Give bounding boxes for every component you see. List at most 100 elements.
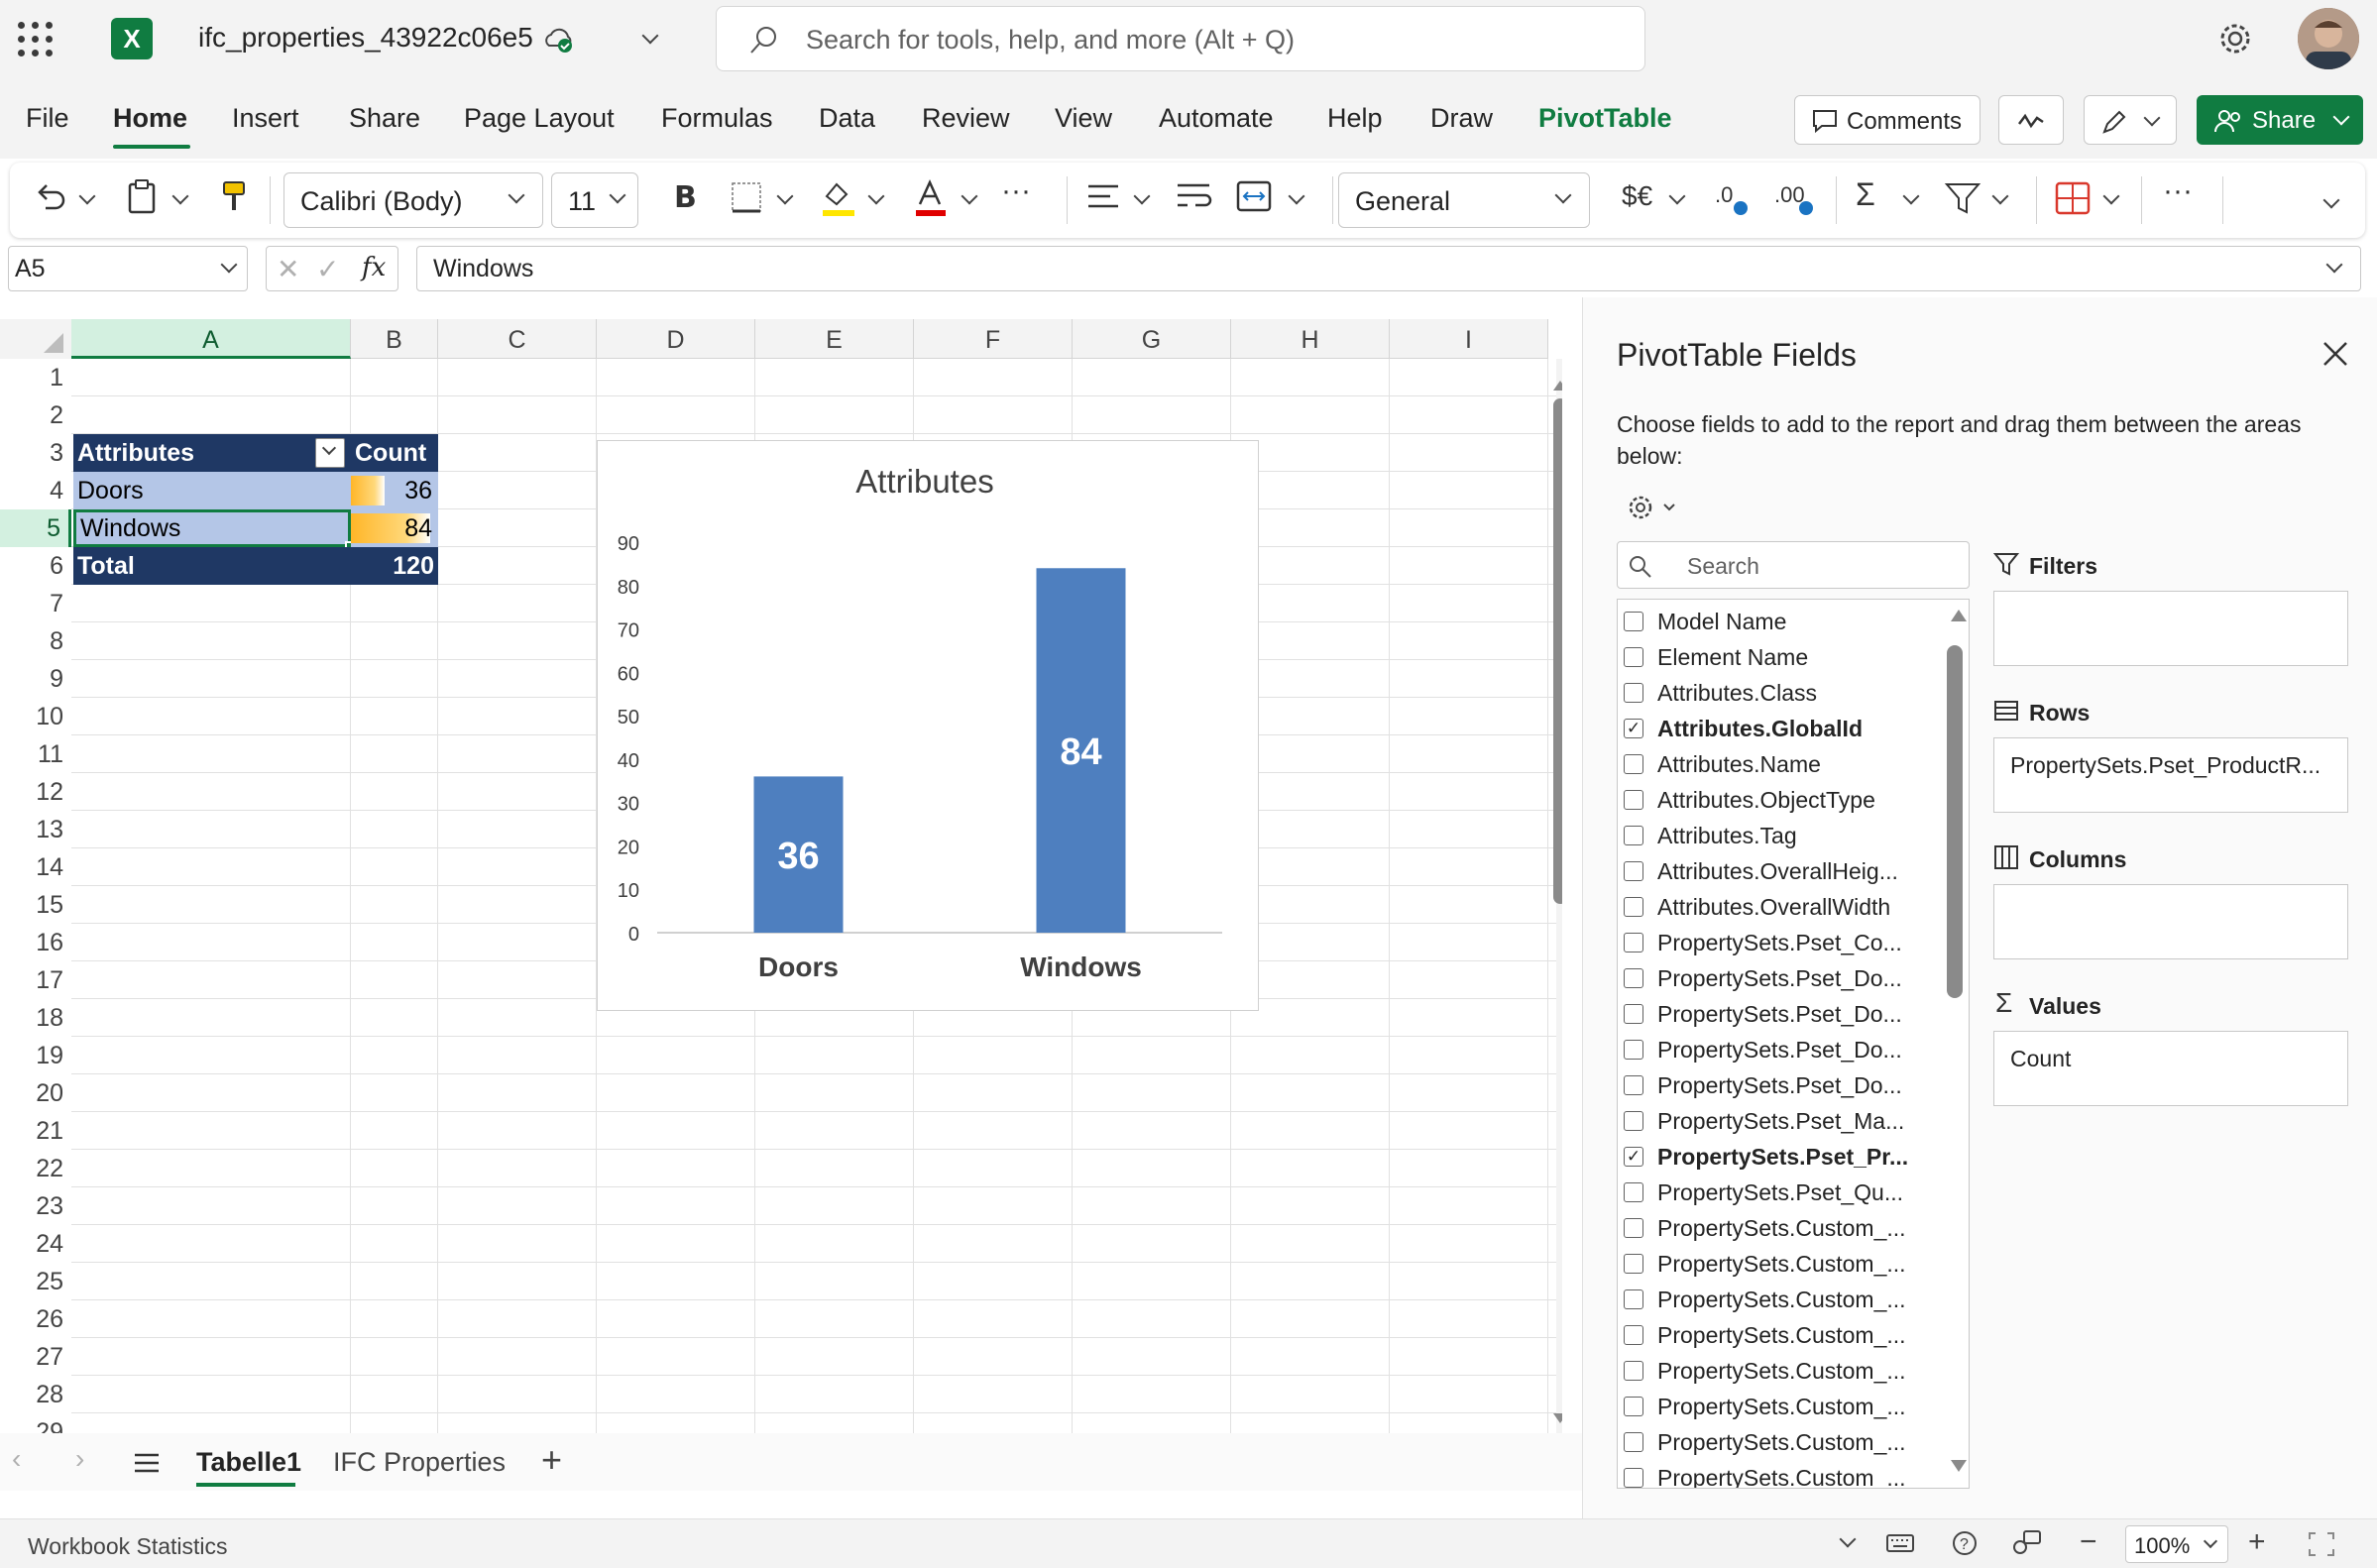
row-header-1[interactable]: 1 — [0, 359, 71, 396]
checkbox-icon[interactable] — [1624, 826, 1643, 845]
select-all-corner[interactable] — [0, 319, 71, 359]
field-item[interactable]: PropertySets.Pset_Ma... — [1624, 1103, 1951, 1139]
selected-cell-a5[interactable]: Windows — [73, 509, 351, 547]
field-item[interactable]: Model Name — [1624, 604, 1951, 639]
tab-home[interactable]: Home — [113, 103, 187, 134]
clipboard-paste-icon[interactable] — [125, 178, 159, 216]
field-item[interactable]: PropertySets.Custom_... — [1624, 1389, 1951, 1424]
sort-filter-icon[interactable] — [1943, 178, 1982, 218]
field-item[interactable]: Attributes.Name — [1624, 746, 1951, 782]
vertical-scroll-thumb[interactable] — [1553, 398, 1562, 904]
field-item[interactable]: Attributes.OverallHeig... — [1624, 853, 1951, 889]
fill-color-icon[interactable] — [821, 178, 856, 216]
row-header-28[interactable]: 28 — [0, 1376, 71, 1413]
format-painter-icon[interactable] — [220, 178, 250, 216]
row-header-7[interactable]: 7 — [0, 585, 71, 622]
field-settings-gear-icon[interactable] — [1627, 492, 1684, 523]
checkbox-icon[interactable] — [1624, 754, 1643, 774]
add-sheet-icon[interactable]: + — [541, 1439, 562, 1481]
pivot-row-value[interactable]: 84 — [351, 509, 438, 547]
checkbox-icon[interactable] — [1624, 1182, 1643, 1202]
row-header-15[interactable]: 15 — [0, 886, 71, 924]
workbook-statistics-button[interactable]: Workbook Statistics — [28, 1533, 228, 1560]
zoom-dropdown[interactable]: 100% — [2125, 1525, 2228, 1563]
comments-button[interactable]: Comments — [1794, 95, 1981, 145]
row-header-27[interactable]: 27 — [0, 1338, 71, 1376]
filters-drop-zone[interactable] — [1993, 591, 2348, 666]
row-header-8[interactable]: 8 — [0, 622, 71, 660]
tab-help[interactable]: Help — [1327, 103, 1383, 134]
field-item[interactable]: PropertySets.Custom_... — [1624, 1460, 1951, 1488]
conditional-format-chevron-down-icon[interactable] — [2102, 187, 2120, 205]
tab-share[interactable]: Share — [349, 103, 420, 134]
row-header-19[interactable]: 19 — [0, 1037, 71, 1074]
merge-chevron-down-icon[interactable] — [1288, 187, 1305, 205]
field-item[interactable]: PropertySets.Pset_Co... — [1624, 925, 1951, 960]
checkbox-checked-icon[interactable]: ✓ — [1624, 1147, 1643, 1167]
rows-drop-zone[interactable]: PropertySets.Pset_ProductR... — [1993, 737, 2348, 813]
pivot-row-label[interactable]: Doors — [73, 472, 351, 509]
rows-value[interactable]: PropertySets.Pset_ProductR... — [2010, 752, 2320, 779]
name-box[interactable]: A5 — [8, 246, 248, 291]
checkbox-icon[interactable] — [1624, 897, 1643, 917]
row-header-29[interactable]: 29 — [0, 1413, 71, 1433]
font-color-chevron-down-icon[interactable] — [961, 187, 978, 205]
column-header-f[interactable]: F — [914, 319, 1073, 359]
field-item[interactable]: Attributes.Tag — [1624, 818, 1951, 853]
user-avatar[interactable] — [2298, 8, 2359, 69]
column-header-c[interactable]: C — [438, 319, 597, 359]
row-header-10[interactable]: 10 — [0, 698, 71, 735]
pivot-header-label[interactable]: Attributes — [73, 434, 351, 472]
tab-review[interactable]: Review — [922, 103, 1010, 134]
column-header-b[interactable]: B — [351, 319, 438, 359]
checkbox-icon[interactable] — [1624, 1254, 1643, 1274]
checkbox-icon[interactable] — [1624, 647, 1643, 667]
increase-decimal-icon[interactable]: .00 — [1772, 178, 1816, 218]
checkbox-icon[interactable] — [1624, 683, 1643, 703]
column-header-a[interactable]: A — [71, 319, 351, 359]
checkbox-icon[interactable] — [1624, 1289, 1643, 1309]
field-item[interactable]: PropertySets.Custom_... — [1624, 1282, 1951, 1317]
scroll-up-icon[interactable] — [1553, 381, 1562, 391]
field-item[interactable]: PropertySets.Custom_... — [1624, 1210, 1951, 1246]
paste-chevron-down-icon[interactable] — [171, 187, 189, 205]
row-header-22[interactable]: 22 — [0, 1150, 71, 1187]
row-header-21[interactable]: 21 — [0, 1112, 71, 1150]
tab-automate[interactable]: Automate — [1159, 103, 1274, 134]
tab-insert[interactable]: Insert — [232, 103, 299, 134]
chart-title[interactable]: Attributes — [855, 463, 993, 500]
checkbox-icon[interactable] — [1624, 1325, 1643, 1345]
row-header-17[interactable]: 17 — [0, 961, 71, 999]
autosum-chevron-down-icon[interactable] — [1902, 187, 1920, 205]
wrap-text-icon[interactable] — [1176, 180, 1213, 214]
bar-chart[interactable]: Attributes 0 10 20 30 40 50 60 70 80 90 36 Doors 84 W… — [597, 440, 1259, 1011]
font-color-icon[interactable] — [912, 178, 948, 216]
field-scroll-up-icon[interactable] — [1951, 610, 1967, 621]
autosum-icon[interactable]: Σ — [1856, 176, 1875, 213]
field-item[interactable]: Attributes.OverallWidth — [1624, 889, 1951, 925]
checkbox-icon[interactable] — [1624, 1004, 1643, 1024]
font-size-dropdown[interactable]: 11 — [551, 172, 638, 228]
row-header-16[interactable]: 16 — [0, 924, 71, 961]
field-scroll-down-icon[interactable] — [1951, 1460, 1967, 1472]
editing-mode-button[interactable] — [2084, 95, 2177, 145]
currency-chevron-down-icon[interactable] — [1668, 187, 1686, 205]
checkbox-icon[interactable] — [1624, 1040, 1643, 1060]
close-icon[interactable] — [2320, 339, 2350, 369]
checkbox-icon[interactable] — [1624, 1468, 1643, 1488]
title-chevron-down-icon[interactable] — [641, 27, 659, 45]
cancel-entry-icon[interactable]: ✕ — [277, 253, 299, 285]
row-header-5[interactable]: 5 — [0, 509, 71, 547]
pivot-filter-dropdown[interactable] — [315, 438, 345, 468]
field-item[interactable]: ✓ PropertySets.Pset_Pr... — [1624, 1139, 1951, 1175]
checkbox-icon[interactable] — [1624, 861, 1643, 881]
tab-formulas[interactable]: Formulas — [661, 103, 773, 134]
column-header-d[interactable]: D — [597, 319, 755, 359]
field-list[interactable]: Model Name Element Name Attributes.Class ✓ A… — [1617, 599, 1970, 1489]
sheet-tab-ifc-properties[interactable]: IFC Properties — [333, 1447, 506, 1478]
tab-draw[interactable]: Draw — [1430, 103, 1493, 134]
tab-pivottable[interactable]: PivotTable — [1538, 103, 1672, 134]
column-header-g[interactable]: G — [1073, 319, 1231, 359]
settings-gear-icon[interactable] — [2216, 20, 2254, 57]
checkbox-icon[interactable] — [1624, 1075, 1643, 1095]
